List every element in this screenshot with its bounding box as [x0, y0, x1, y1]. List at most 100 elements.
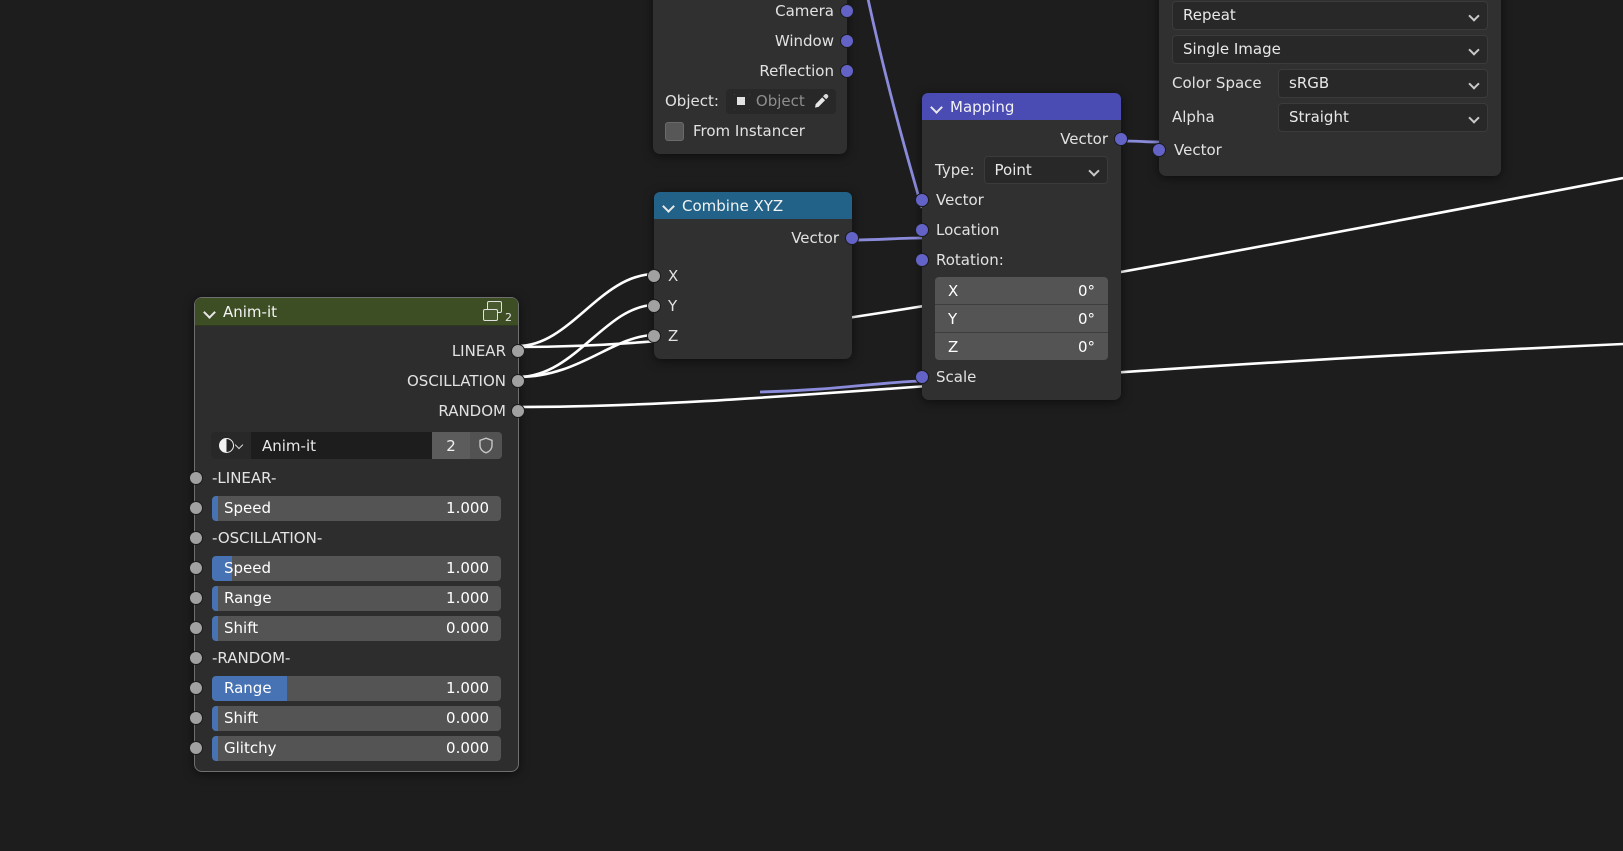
node-group-browse-button[interactable]: [211, 432, 251, 459]
chevron-down-icon[interactable]: [931, 101, 943, 113]
mapping-output-vector[interactable]: Vector: [922, 124, 1121, 154]
fake-user-button[interactable]: [470, 432, 502, 459]
combine-xyz-node[interactable]: Combine XYZ Vector X Y Z: [654, 192, 852, 359]
type-value: Point: [995, 161, 1032, 179]
socket-scale[interactable]: [915, 370, 929, 384]
socket-vector-in[interactable]: [915, 193, 929, 207]
slider-label: Shift: [224, 709, 258, 727]
socket-x[interactable]: [647, 269, 661, 283]
socket-speed[interactable]: [189, 501, 203, 515]
socket-shift[interactable]: [189, 711, 203, 725]
socket-window[interactable]: [840, 34, 854, 48]
rotation-x-field[interactable]: X 0°: [935, 277, 1108, 305]
socket-y[interactable]: [647, 299, 661, 313]
anim-it-slider-row: Speed1.000: [195, 493, 518, 523]
image-texture-node[interactable]: Repeat Single Image Color Space sRGB Alp…: [1159, 0, 1501, 176]
slider-range[interactable]: Range1.000: [212, 586, 501, 611]
socket-oscillation[interactable]: [189, 531, 203, 545]
input-label: Vector: [1174, 141, 1222, 159]
color-space-dropdown[interactable]: sRGB: [1278, 69, 1488, 98]
from-instancer-row[interactable]: From Instancer: [653, 116, 847, 146]
mapping-type-dropdown[interactable]: Point: [984, 156, 1108, 184]
slider-fill: [212, 736, 218, 761]
anim-it-output-random[interactable]: RANDOM: [195, 396, 518, 426]
image-texture-input-vector[interactable]: Vector: [1159, 134, 1501, 166]
socket-oscillation[interactable]: [511, 374, 525, 388]
image-texture-body: Repeat Single Image Color Space sRGB Alp…: [1159, 0, 1501, 176]
mapping-input-rotation[interactable]: Rotation:: [922, 245, 1121, 275]
output-label: Vector: [791, 229, 839, 247]
alpha-dropdown[interactable]: Straight: [1278, 103, 1488, 132]
chevron-down-icon: [1470, 46, 1479, 55]
slider-shift[interactable]: Shift0.000: [212, 706, 501, 731]
socket-linear[interactable]: [189, 471, 203, 485]
from-instancer-label: From Instancer: [693, 122, 805, 140]
socket-speed[interactable]: [189, 561, 203, 575]
combine-input-x[interactable]: X: [654, 261, 852, 291]
chevron-down-icon[interactable]: [204, 306, 216, 318]
combine-xyz-header[interactable]: Combine XYZ: [654, 192, 852, 219]
node-group-name: Anim-it: [262, 437, 316, 455]
combine-input-y[interactable]: Y: [654, 291, 852, 321]
socket-location[interactable]: [915, 223, 929, 237]
slider-label: Range: [224, 589, 272, 607]
object-field[interactable]: Object: [726, 89, 836, 114]
socket-linear[interactable]: [511, 344, 525, 358]
anim-it-slider-row: Range1.000: [195, 583, 518, 613]
anim-it-output-linear[interactable]: LINEAR: [195, 336, 518, 366]
node-group-name-field[interactable]: Anim-it: [251, 432, 432, 459]
node-editor-canvas[interactable]: Camera Window Reflection Object: Object: [0, 0, 1623, 851]
node-group-users-button[interactable]: 2: [432, 432, 470, 459]
mapping-input-scale[interactable]: Scale: [922, 362, 1121, 392]
node-group-id-block[interactable]: Anim-it 2: [211, 432, 502, 459]
axis-value: 0°: [1078, 282, 1095, 300]
socket-range[interactable]: [189, 681, 203, 695]
socket-range[interactable]: [189, 591, 203, 605]
rotation-y-field[interactable]: Y 0°: [935, 305, 1108, 333]
slider-speed[interactable]: Speed1.000: [212, 496, 501, 521]
extension-dropdown[interactable]: Repeat: [1172, 1, 1488, 30]
texcoord-output-camera[interactable]: Camera: [653, 0, 847, 26]
chevron-down-icon[interactable]: [663, 200, 675, 212]
socket-random[interactable]: [511, 404, 525, 418]
from-instancer-checkbox[interactable]: [665, 122, 684, 141]
input-label: X: [668, 267, 678, 285]
slider-shift[interactable]: Shift0.000: [212, 616, 501, 641]
slider-fill: [212, 706, 218, 731]
socket-random[interactable]: [189, 651, 203, 665]
slider-range[interactable]: Range1.000: [212, 676, 501, 701]
socket-vector-out[interactable]: [845, 231, 859, 245]
mapping-input-vector[interactable]: Vector: [922, 185, 1121, 215]
rotation-z-field[interactable]: Z 0°: [935, 333, 1108, 360]
combine-output-vector[interactable]: Vector: [654, 223, 852, 253]
socket-vector-in[interactable]: [1152, 143, 1166, 157]
source-dropdown[interactable]: Single Image: [1172, 35, 1488, 64]
socket-vector-out[interactable]: [1114, 132, 1128, 146]
socket-shift[interactable]: [189, 621, 203, 635]
slider-speed[interactable]: Speed1.000: [212, 556, 501, 581]
socket-rotation[interactable]: [915, 253, 929, 267]
output-label: Vector: [1060, 130, 1108, 148]
slider-value: 0.000: [446, 619, 489, 637]
socket-camera[interactable]: [840, 4, 854, 18]
anim-it-header[interactable]: Anim-it 2: [195, 298, 518, 326]
socket-glitchy[interactable]: [189, 741, 203, 755]
texture-coordinate-node[interactable]: Camera Window Reflection Object: Object: [653, 0, 847, 154]
mapping-node[interactable]: Mapping Vector Type: Point Vector Locati: [922, 93, 1121, 400]
socket-reflection[interactable]: [840, 64, 854, 78]
combine-xyz-body: Vector X Y Z: [654, 219, 852, 359]
input-label: Rotation:: [936, 251, 1004, 269]
slider-glitchy[interactable]: Glitchy0.000: [212, 736, 501, 761]
anim-it-output-oscillation[interactable]: OSCILLATION: [195, 366, 518, 396]
socket-z[interactable]: [647, 329, 661, 343]
mapping-input-location[interactable]: Location: [922, 215, 1121, 245]
input-label: Z: [668, 327, 678, 345]
anim-it-node[interactable]: Anim-it 2 LINEAR OSCILLATION RANDOM: [194, 297, 519, 772]
mapping-header[interactable]: Mapping: [922, 93, 1121, 120]
eyedropper-icon[interactable]: [812, 93, 829, 110]
slider-value: 0.000: [446, 739, 489, 757]
texcoord-output-reflection[interactable]: Reflection: [653, 56, 847, 86]
texcoord-output-window[interactable]: Window: [653, 26, 847, 56]
output-label: LINEAR: [452, 342, 506, 360]
combine-input-z[interactable]: Z: [654, 321, 852, 351]
